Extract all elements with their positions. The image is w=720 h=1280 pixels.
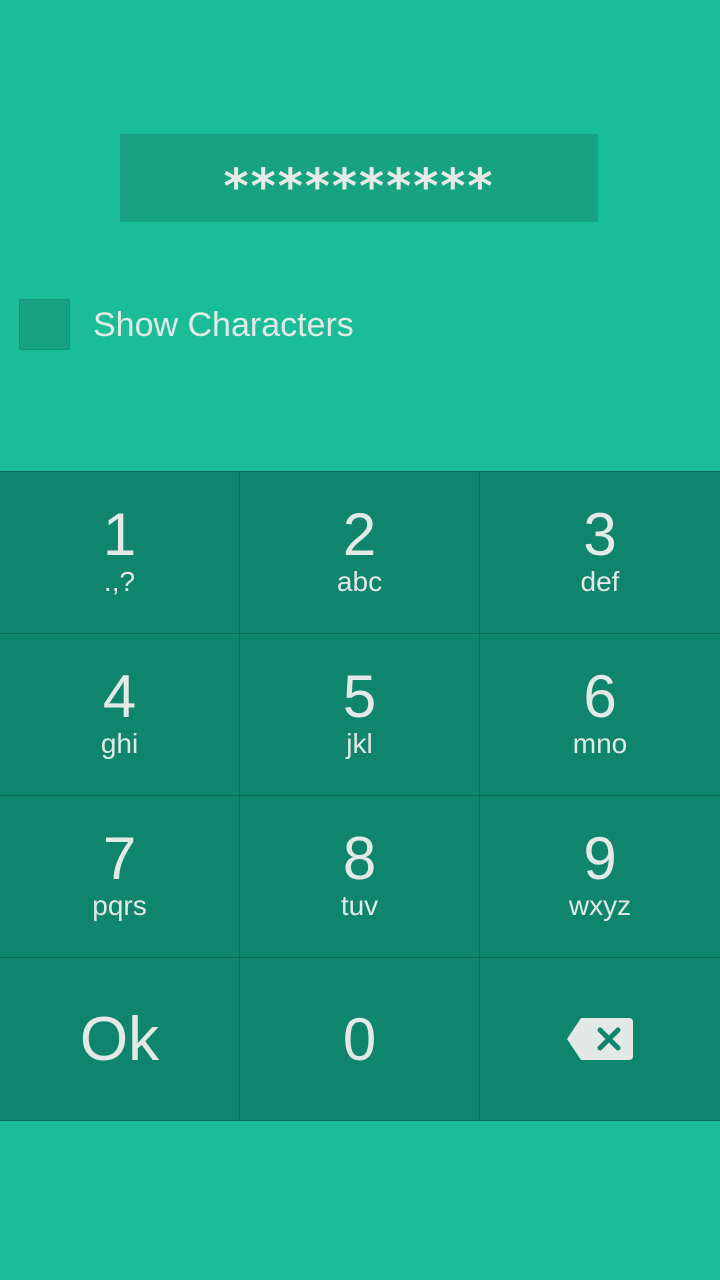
key-0[interactable]: 0 bbox=[240, 958, 480, 1120]
backspace-icon bbox=[567, 1018, 633, 1060]
key-letters: abc bbox=[336, 565, 383, 597]
key-5[interactable]: 5 jkl bbox=[240, 634, 480, 796]
key-letters: mno bbox=[572, 727, 628, 759]
key-8[interactable]: 8 tuv bbox=[240, 796, 480, 958]
key-letters: tuv bbox=[340, 889, 379, 921]
key-9[interactable]: 9 wxyz bbox=[480, 796, 720, 958]
password-masked-text: ********** bbox=[223, 159, 495, 215]
show-characters-label: Show Characters bbox=[93, 305, 354, 344]
ok-label: Ok bbox=[79, 1004, 160, 1074]
key-letters: def bbox=[580, 565, 620, 597]
key-letters: .,? bbox=[103, 565, 136, 597]
key-letters: ghi bbox=[100, 727, 139, 759]
key-4[interactable]: 4 ghi bbox=[0, 634, 240, 796]
key-digit: 2 bbox=[342, 500, 377, 568]
backspace-button[interactable] bbox=[480, 958, 720, 1120]
key-letters: wxyz bbox=[568, 889, 632, 921]
key-digit: 0 bbox=[342, 1005, 377, 1073]
ok-button[interactable]: Ok bbox=[0, 958, 240, 1120]
key-1[interactable]: 1 .,? bbox=[0, 472, 240, 634]
key-digit: 5 bbox=[342, 662, 377, 730]
key-letters: jkl bbox=[346, 727, 373, 759]
key-2[interactable]: 2 abc bbox=[240, 472, 480, 634]
keypad: 1 .,? 2 abc 3 def 4 ghi 5 jkl 6 mno 7 pq… bbox=[0, 471, 720, 1121]
password-field[interactable]: ********** bbox=[119, 133, 599, 223]
key-digit: 9 bbox=[583, 824, 617, 892]
key-digit: 4 bbox=[102, 662, 137, 730]
key-digit: 7 bbox=[102, 824, 137, 892]
key-digit: 6 bbox=[583, 662, 617, 730]
show-characters-checkbox[interactable] bbox=[19, 298, 70, 350]
key-letters: pqrs bbox=[92, 889, 147, 921]
key-digit: 3 bbox=[583, 500, 617, 568]
key-digit: 1 bbox=[102, 500, 137, 568]
show-characters-row[interactable]: Show Characters bbox=[19, 298, 354, 350]
key-7[interactable]: 7 pqrs bbox=[0, 796, 240, 958]
key-digit: 8 bbox=[342, 824, 377, 892]
key-3[interactable]: 3 def bbox=[480, 472, 720, 634]
key-6[interactable]: 6 mno bbox=[480, 634, 720, 796]
